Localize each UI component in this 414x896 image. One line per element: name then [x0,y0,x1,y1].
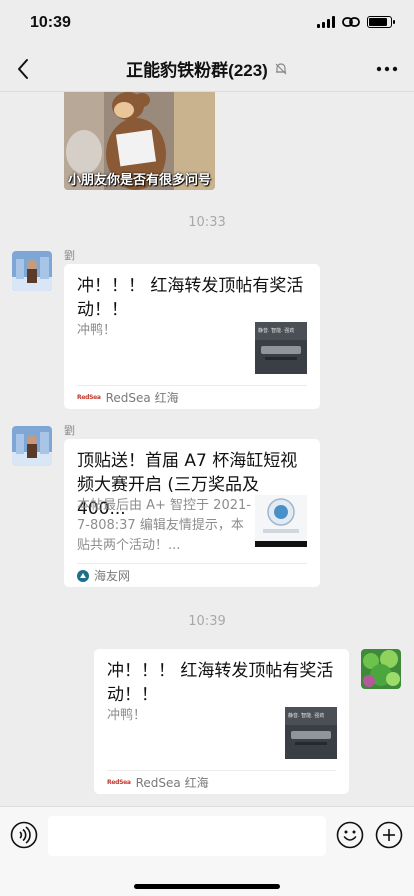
status-bar: 10:39 [0,0,414,46]
thumbnail-text: 静音. 智能. 强劲 [258,328,295,334]
card-title: 冲！！！ 红海转发顶帖有奖活动！！ [107,661,334,705]
link-card[interactable]: 顶贴送！首届 A7 杯海缸短视频大赛开启 (三万奖品及 400... 本帖最后由… [64,439,320,587]
input-bar [0,806,414,896]
redsea-logo-icon: RedSea [77,394,101,401]
status-icons [317,16,395,28]
link-card[interactable]: 冲！！！ 红海转发顶帖有奖活动！！ 冲鸭！ 静音. 智能. 强劲 RedSea … [94,649,349,794]
card-thumbnail [255,495,307,547]
avatar-photo-icon [12,426,52,466]
card-source: 海友网 [77,567,130,584]
card-divider [107,770,336,771]
voice-input-icon[interactable] [10,821,38,849]
sender-name: 劉 [64,424,75,437]
source-name: 海友网 [94,569,131,583]
sender-avatar[interactable] [12,251,52,291]
sender-avatar[interactable] [12,426,52,466]
sender-name: 劉 [64,249,75,262]
mute-bell-icon [275,62,287,74]
battery-icon [367,16,395,28]
more-options-icon[interactable] [374,58,400,80]
timestamp: 10:33 [188,215,226,230]
emoji-icon[interactable] [336,821,364,849]
link-card[interactable]: 冲！！！ 红海转发顶帖有奖活动！！ 冲鸭！ 静音. 智能. 强劲 RedSea … [64,264,320,409]
timestamp: 10:39 [188,614,226,629]
plus-icon[interactable] [375,821,403,849]
redsea-logo-icon: RedSea [107,779,131,786]
card-thumbnail: 静音. 智能. 强劲 [255,322,307,374]
my-avatar[interactable] [361,649,401,689]
sticker-image[interactable]: 小朋友你是否有很多问号 [64,92,215,190]
link-icon [342,17,360,27]
card-source: RedSea RedSea 红海 [107,774,209,791]
cellular-signal-icon [317,16,335,28]
product-image-icon [255,495,307,547]
home-indicator [134,884,280,889]
card-source: RedSea RedSea 红海 [77,389,179,406]
nav-bar: 正能豹铁粉群(223) [0,46,414,92]
chat-area[interactable]: 小朋友你是否有很多问号 10:33 劉 冲！！！ 红海转发顶帖有奖活动！！ 冲鸭… [0,92,414,806]
source-name: RedSea 红海 [135,776,209,790]
message-input[interactable] [48,816,326,856]
card-description: 本帖最后由 A+ 智控于 2021-7-808:37 编辑友情提示，本贴共两个活… [77,498,251,553]
card-divider [77,563,307,564]
source-name: RedSea 红海 [105,391,179,405]
thumbnail-text: 静音. 智能. 强劲 [288,713,325,719]
haiyou-logo-icon [77,569,89,582]
card-description: 冲鸭！ [77,323,117,338]
card-description: 冲鸭！ [107,708,147,723]
sticker-caption: 小朋友你是否有很多问号 [68,173,212,188]
coral-photo-icon [361,649,401,689]
chat-title: 正能豹铁粉群(223) [126,56,288,81]
chat-title-text: 正能豹铁粉群(223) [126,61,268,80]
status-time: 10:39 [30,14,71,31]
card-thumbnail: 静音. 智能. 强劲 [285,707,337,759]
avatar-photo-icon [12,251,52,291]
card-divider [77,385,307,386]
card-title: 冲！！！ 红海转发顶帖有奖活动！！ [77,276,304,320]
back-arrow-icon[interactable] [12,57,36,81]
